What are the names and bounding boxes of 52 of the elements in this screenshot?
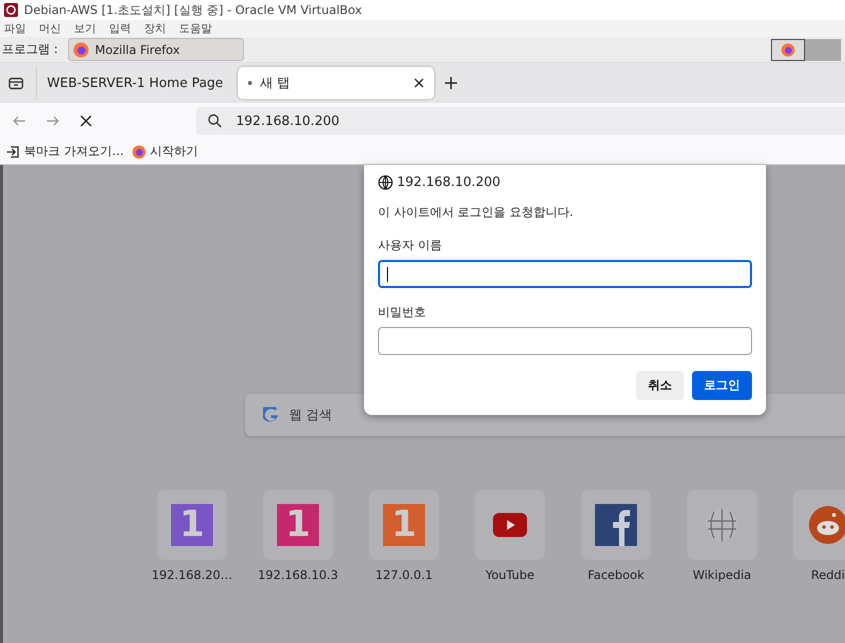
dialog-message: 이 사이트에서 로그인을 요청합니다. xyxy=(378,204,574,221)
shortcut-tile[interactable] xyxy=(475,490,545,560)
address-bar[interactable]: 192.168.10.200 xyxy=(196,107,845,135)
shortcut-label: 192.168.10.3 xyxy=(258,568,338,582)
dialog-host: 192.168.10.200 xyxy=(397,175,500,190)
shortcut-tile[interactable] xyxy=(581,490,651,560)
shortcut-tile[interactable] xyxy=(687,490,757,560)
taskbar-app[interactable]: Mozilla Firefox xyxy=(68,38,244,61)
firefox-icon xyxy=(73,42,89,58)
shortcut-label: 127.0.0.1 xyxy=(375,568,433,582)
shortcut-label: Reddi xyxy=(811,568,845,582)
password-field[interactable] xyxy=(378,327,752,355)
cancel-button[interactable]: 취소 xyxy=(636,371,684,400)
browser-tab[interactable]: 새 탭 xyxy=(238,67,434,99)
shortcut-tile[interactable] xyxy=(793,490,845,560)
firefox-icon xyxy=(781,42,795,56)
programs-menu[interactable]: 프로그램 : xyxy=(0,41,68,58)
login-button[interactable]: 로그인 xyxy=(692,371,752,400)
new-tab-icon[interactable] xyxy=(444,76,458,90)
forward-icon[interactable] xyxy=(46,114,60,128)
window-title: Debian-AWS [1.초도설치] [실행 중] - Oracle VM VirtualBox xyxy=(24,2,362,18)
site-icon: 1 xyxy=(383,504,425,546)
field-label: 사용자 이름 xyxy=(378,237,443,254)
menu-item[interactable]: 파일 xyxy=(4,21,26,36)
shortcut-label: Wikipedia xyxy=(692,568,752,582)
stop-icon[interactable] xyxy=(80,115,92,127)
shortcut-label: YouTube xyxy=(486,568,534,582)
shortcut-label: Facebook xyxy=(588,568,644,582)
globe-icon xyxy=(378,175,393,190)
menu-item[interactable]: 장치 xyxy=(144,21,166,36)
site-icon: 1 xyxy=(277,504,319,546)
menu-item[interactable]: 입력 xyxy=(109,21,131,36)
shortcut-label: 192.168.20… xyxy=(152,568,232,582)
field-label: 비밀번호 xyxy=(378,304,427,321)
globe-icon xyxy=(704,507,740,543)
close-icon[interactable] xyxy=(414,78,424,88)
username-field[interactable] xyxy=(378,260,752,288)
bookmark-item[interactable]: 북마크 가져오기… xyxy=(6,143,124,160)
facebook-icon xyxy=(595,504,637,546)
tray-button[interactable] xyxy=(771,38,805,60)
menu-item[interactable]: 머신 xyxy=(39,21,61,36)
site-icon: 1 xyxy=(171,504,213,546)
menu-item[interactable]: 도움말 xyxy=(179,21,212,36)
import-icon xyxy=(6,144,20,158)
bookmark-item[interactable]: 시작하기 xyxy=(132,143,198,160)
menu-item[interactable]: 보기 xyxy=(74,21,96,36)
play-icon xyxy=(493,513,527,537)
google-icon xyxy=(263,407,279,423)
firefox-icon xyxy=(132,144,146,158)
search-icon xyxy=(208,114,222,128)
tab-list-icon[interactable] xyxy=(8,75,24,91)
back-icon[interactable] xyxy=(12,114,26,128)
